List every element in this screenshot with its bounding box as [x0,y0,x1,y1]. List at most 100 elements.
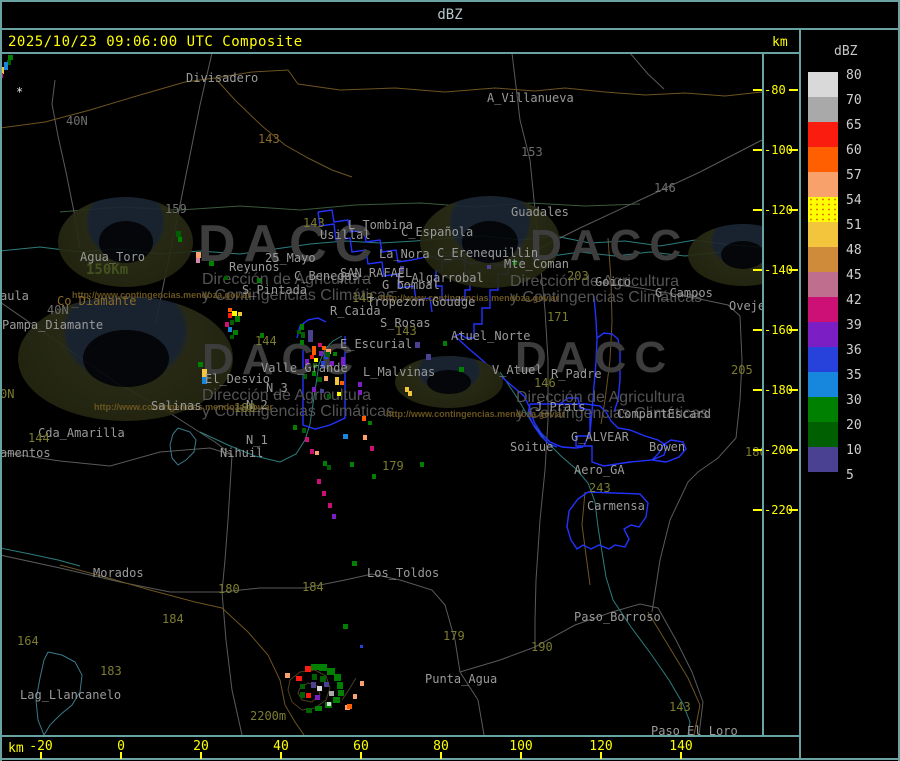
place-name-label: Aero_GA [574,463,625,477]
legend-color-swatch [808,397,838,422]
axis-panel-divider [799,29,801,759]
radar-echo-pixel [317,686,322,691]
radar-echo-pixel [300,340,304,345]
legend-title: dBZ [834,44,858,59]
radar-echo-pixel [370,446,374,451]
frame-bottom [0,758,900,760]
route-number-label: 179 [443,629,465,643]
radar-app-window: dBZ 2025/10/23 09:06:00 UTC Composite km… [0,0,900,761]
radar-echo-pixel [297,330,301,334]
legend-value-label: 70 [846,93,862,108]
bottom-axis-tick [440,752,442,759]
map-top-border [0,52,800,54]
radar-echo-pixel [360,681,364,686]
place-name-label: Carmensa [587,499,645,513]
radar-echo-pixel [347,704,352,709]
radar-echo-pixel [320,389,324,393]
place-name-label: 40N [66,114,88,128]
radar-map-canvas[interactable]: DACC DACC DACC DACC Dirección de Agricultura… [2,54,762,736]
radar-echo-pixel [302,428,306,433]
right-axis-tick-label: -80 [764,83,786,97]
lakes-map-line [169,427,197,466]
radar-echo-pixel [317,377,322,382]
radar-echo-pixel [196,258,200,263]
radar-echo-pixel [300,692,305,698]
legend-color-swatch [808,247,838,272]
place-name-label: Goico [595,275,632,289]
radar-echo-pixel [363,435,367,440]
radar-echo-pixel [333,352,337,356]
radar-echo-pixel [324,682,329,687]
radar-echo-pixel [319,351,323,356]
place-name-label: Salinas [151,399,202,413]
legend-value-label: 39 [846,318,862,333]
gray-map-line [221,573,461,673]
route-number-label: 143 [395,324,417,338]
map-border-tick [753,449,762,451]
place-name-label: L_Malvinas [363,365,436,379]
legend-color-swatch [808,447,838,472]
radar-echo-pixel [308,330,313,342]
legend-value-label: 36 [846,343,862,358]
radar-echo-pixel [315,451,319,455]
legend-color-swatch [808,297,838,322]
place-name-label: Atuel_Norte [451,329,531,343]
radar-echo-pixel [350,462,354,467]
legend-color-swatch [808,372,838,397]
radar-echo-pixel [343,434,348,439]
route-number-label: Co_Diamante [57,294,137,308]
right-axis-tick [789,449,798,451]
radar-echo-pixel [334,674,341,681]
radar-echo-pixel [228,327,232,332]
radar-echo-pixel [300,684,305,689]
legend-color-swatch [808,147,838,172]
map-border-tick [753,269,762,271]
place-name-label: 25_Mayo [265,251,316,265]
map-border-tick [753,209,762,211]
bottom-axis-tick [200,752,202,759]
place-name-label: Paso_Borroso [574,610,661,624]
place-name-label: Mte_Coman [504,257,570,271]
radar-echo-pixel [305,437,309,442]
radar-echo-pixel [487,265,491,269]
map-border-tick [753,509,762,511]
legend-color-swatch [808,272,838,297]
radar-echo-pixel [230,335,234,339]
radar-echo-pixel [327,465,331,470]
radar-echo-pixel [352,561,357,566]
radar-echo-pixel [311,682,316,688]
route-number-label: 144 [28,431,50,445]
radar-echo-pixel [358,390,362,395]
dacc-eye-pupil [721,240,762,270]
place-name-label: Usillal [320,228,371,242]
place-name-label: El_Desvio [205,372,271,386]
radar-echo-pixel [362,416,366,421]
legend-value-label: 60 [846,143,862,158]
radar-echo-pixel [328,503,332,508]
legend-value-label: 20 [846,418,862,433]
title-separator [0,28,900,30]
legend-color-swatch [808,72,838,97]
radar-echo-pixel [353,694,357,699]
place-name-label: G_Campos [655,286,713,300]
route-number-label: 2200m [250,709,287,723]
radar-echo-pixel [337,392,341,396]
place-name-label: V_Atuel [492,363,543,377]
map-border-tick [753,89,762,91]
route-number-label: 143 [669,700,691,714]
radar-echo-pixel [293,425,297,430]
map-bottom-border [0,735,800,737]
place-name-label: Oveje [729,299,762,313]
radar-echo-pixel [235,316,240,322]
radar-echo-pixel [358,382,362,387]
radar-echo-pixel [426,354,431,360]
legend-value-label: 48 [846,243,862,258]
bottom-axis-tick [280,752,282,759]
radar-echo-pixel [408,391,412,396]
radar-echo-pixel [368,421,372,425]
place-name-label: N_1 [246,433,268,447]
km-unit-label: km [772,35,788,50]
radar-echo-pixel [372,474,376,479]
place-name-label: Agua_Toro [80,250,146,264]
place-name-label: * [16,85,24,99]
